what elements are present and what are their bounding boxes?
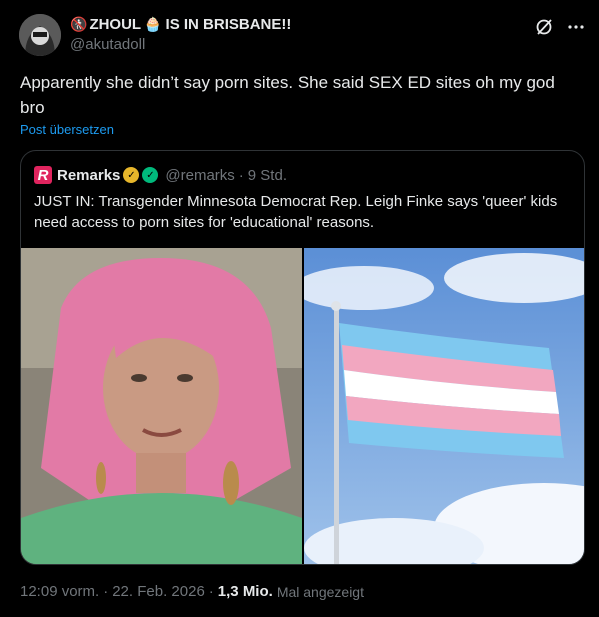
post-date[interactable]: 22. Feb. 2026	[112, 583, 205, 600]
view-count[interactable]: 1,3 Mio.	[218, 583, 273, 600]
cupcake-emoji: 🧁	[144, 15, 162, 32]
author-name-row[interactable]: 🚷 ZHOUL 🧁 IS IN BRISBANE!!	[70, 13, 291, 35]
more-icon[interactable]	[567, 18, 585, 39]
views-label: Mal angezeigt	[276, 583, 364, 600]
verified-badge-icon: ✓	[123, 167, 140, 183]
remarks-logo: R	[34, 166, 52, 184]
post-time[interactable]: 12:09 vorm.	[20, 583, 99, 600]
portrait-photo[interactable]	[21, 248, 302, 564]
quoted-author-name[interactable]: Remarks	[57, 167, 120, 184]
quoted-header: R Remarks ✓ ✓ @remarks · 9 Std.	[34, 165, 287, 185]
slash-circle-icon[interactable]	[535, 18, 553, 39]
footer-separator-1: ·	[103, 583, 109, 600]
meta-separator: ·	[238, 166, 244, 184]
affiliate-badge-icon: ✓	[142, 167, 159, 183]
quoted-handle[interactable]: @remarks	[165, 167, 234, 184]
author-name-suffix[interactable]: IS IN BRISBANE!!	[166, 16, 292, 33]
quoted-media[interactable]	[21, 248, 584, 564]
tweet-text: Apparently she didn’t say porn sites. Sh…	[20, 73, 555, 117]
author-display-name[interactable]: ZHOUL	[89, 16, 141, 33]
tweet-footer: 12:09 vorm. · 22. Feb. 2026 · 1,3 Mio. M…	[20, 583, 364, 600]
author-avatar[interactable]	[19, 14, 61, 56]
no-pedestrians-emoji: 🚷	[70, 15, 88, 32]
quoted-tweet[interactable]: R Remarks ✓ ✓ @remarks · 9 Std. JUST IN:…	[20, 150, 585, 565]
tweet-actions-top	[535, 18, 585, 39]
quoted-text: JUST IN: Transgender Minnesota Democrat …	[34, 193, 558, 231]
translate-link[interactable]: Post übersetzen	[20, 122, 114, 137]
trans-flag-photo[interactable]	[303, 248, 584, 564]
footer-separator-2: ·	[208, 583, 214, 600]
quoted-time[interactable]: 9 Std.	[248, 167, 287, 184]
tweet-header: 🚷 ZHOUL 🧁 IS IN BRISBANE!! @akutadoll	[70, 13, 291, 54]
author-handle[interactable]: @akutadoll	[70, 36, 291, 53]
